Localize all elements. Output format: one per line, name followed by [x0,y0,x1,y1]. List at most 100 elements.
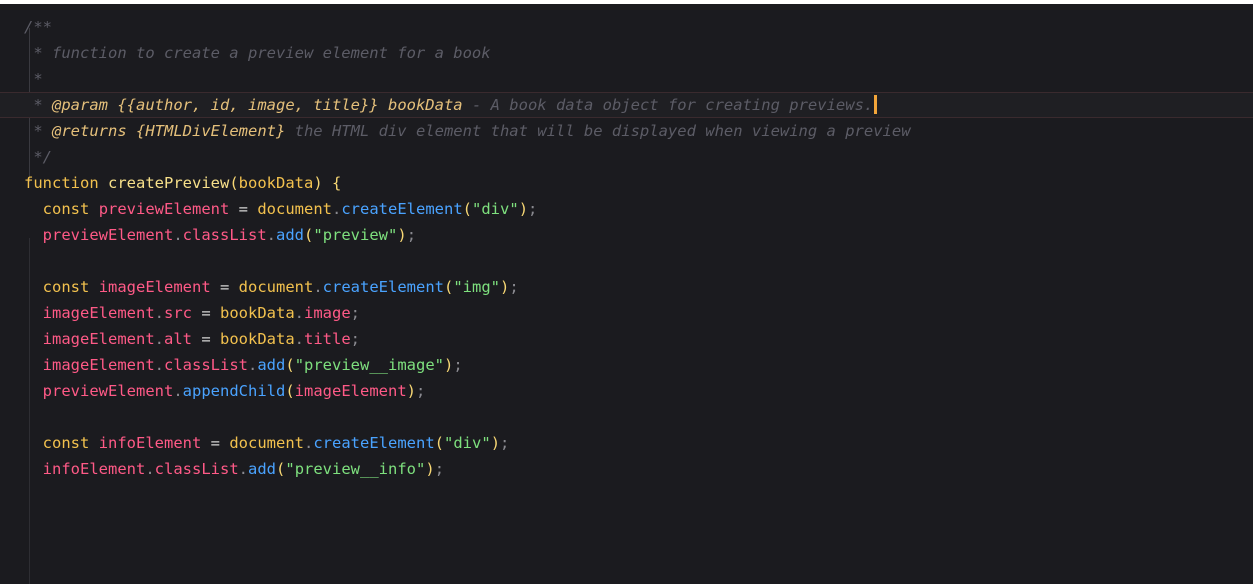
code-token: imageElement [42,356,155,374]
code-line[interactable] [0,248,1253,274]
code-line[interactable]: function createPreview(bookData) { [0,170,1253,196]
code-token: - A book data object for creating previe… [462,96,874,114]
code-line[interactable]: /** [0,14,1253,40]
code-token: . [313,278,323,296]
code-token: ) [313,174,323,192]
code-token: bookData [220,330,295,348]
code-token: "div" [444,434,491,452]
code-token: ; [416,382,426,400]
code-token: . [154,304,164,322]
code-token: * function to create a preview element f… [24,44,491,62]
code-token: classList [164,356,248,374]
code-token: createPreview [108,174,230,192]
code-token: const [42,434,90,452]
code-token: add [257,356,286,374]
code-token: ) [518,200,529,218]
code-line[interactable]: infoElement.classList.add("preview__info… [0,456,1253,482]
code-token: previewElement [42,382,174,400]
code-line[interactable]: imageElement.classList.add("preview__ima… [0,352,1253,378]
code-token: add [276,226,305,244]
code-line[interactable]: const infoElement = document.createEleme… [0,430,1253,456]
code-token: bookData [238,174,314,192]
code-token: ( [304,226,314,244]
code-line[interactable]: * @returns {HTMLDivElement} the HTML div… [0,118,1253,144]
code-token: ) [490,434,501,452]
code-token: {HTMLDivElement} [136,122,286,140]
code-line[interactable]: previewElement.appendChild(imageElement)… [0,378,1253,404]
code-line[interactable]: const imageElement = document.createElem… [0,274,1253,300]
code-line[interactable] [0,404,1253,430]
code-token: ; [500,434,510,452]
code-token: . [173,226,183,244]
code-token: = [192,330,220,348]
code-token: ) [397,226,407,244]
code-token: const [42,278,90,296]
code-editor[interactable]: /** * function to create a preview eleme… [0,4,1253,584]
code-token: alt [164,330,192,348]
code-token: ; [350,304,361,322]
code-token: @param [52,96,108,114]
code-token: . [248,356,258,374]
code-token: "preview__image" [294,356,444,374]
code-line[interactable]: * @param {{author, id, image, title}} bo… [0,92,1253,118]
code-token: "img" [453,278,501,296]
code-token: . [173,382,183,400]
code-token: . [294,330,304,348]
code-token: . [238,460,249,478]
code-token: function [24,174,99,192]
code-token: ( [434,434,445,452]
code-token: bookData [220,304,295,322]
code-token: const [42,200,90,218]
code-token: image [304,304,351,322]
code-token: createElement [341,200,463,218]
code-token: . [154,356,164,374]
code-line[interactable]: imageElement.src = bookData.image; [0,300,1253,326]
code-token: "preview__info" [285,460,426,478]
code-token: infoElement [42,460,146,478]
code-token: = [201,434,230,452]
code-token: src [164,304,192,322]
code-token: add [248,460,277,478]
code-token: previewElement [98,200,230,218]
code-token: */ [24,148,52,166]
code-line[interactable]: const previewElement = document.createEl… [0,196,1253,222]
code-line[interactable]: */ [0,144,1253,170]
code-token: imageElement [42,330,155,348]
code-token: ; [434,460,445,478]
code-token: "preview" [313,226,398,244]
code-token: createElement [322,278,444,296]
code-token: ; [509,278,519,296]
code-token: title [304,330,351,348]
code-token: classList [182,226,267,244]
code-line[interactable]: previewElement.classList.add("preview"); [0,222,1253,248]
code-token: ( [285,382,295,400]
code-token: ) [444,356,454,374]
code-line[interactable]: * function to create a preview element f… [0,40,1253,66]
code-token: classList [154,460,239,478]
code-token: * [24,70,43,88]
code-line[interactable]: imageElement.alt = bookData.title; [0,326,1253,352]
code-token: appendChild [182,382,286,400]
code-token: . [154,330,164,348]
code-line[interactable]: * [0,66,1253,92]
code-token: the HTML div element that will be displa… [285,122,911,140]
code-token: = [229,200,258,218]
code-token: ) [406,382,416,400]
code-token: ( [285,356,295,374]
code-token: imageElement [42,304,155,322]
code-token: ) [425,460,435,478]
code-token: . [304,434,314,452]
